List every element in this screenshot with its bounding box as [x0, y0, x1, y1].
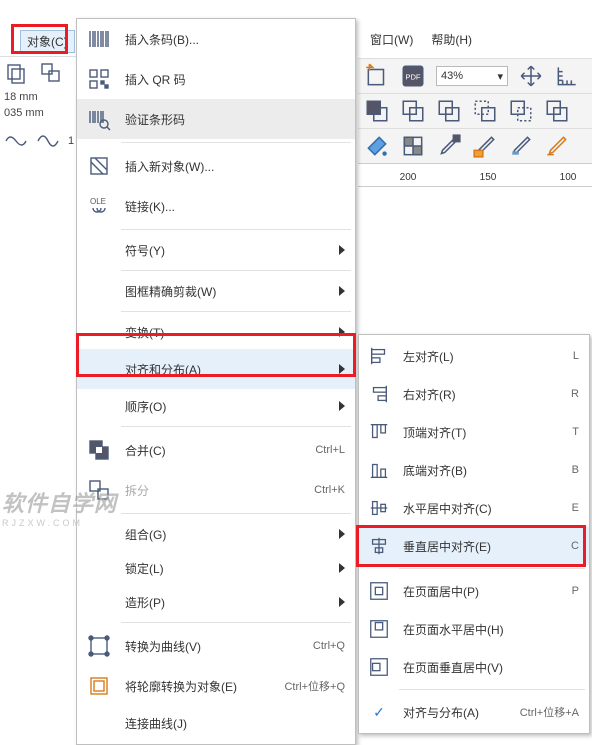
menu-shaping[interactable]: 造形(P): [77, 585, 355, 619]
sub-align-hcenter[interactable]: 水平居中对齐(C)E: [359, 489, 589, 527]
sub-align-vcenter[interactable]: 垂直居中对齐(E)C: [359, 527, 589, 565]
eyedropper2-icon[interactable]: [472, 133, 498, 159]
sine-icon[interactable]: [36, 129, 60, 153]
width-value: 18 mm: [0, 89, 76, 105]
menu-powerclip[interactable]: 图框精确剪裁(W): [77, 274, 355, 308]
submenu-arrow-icon: [339, 286, 345, 296]
sub-center-page-h[interactable]: 在页面水平居中(H): [359, 610, 589, 648]
sub-align-right[interactable]: 右对齐(R)R: [359, 375, 589, 413]
object-menu-dropdown: 插入条码(B)... 插入 QR 码 验证条形码 插入新对象(W)... OLE…: [76, 18, 356, 745]
to-curves-icon: [83, 630, 115, 662]
menu-help[interactable]: 帮助(H): [431, 31, 472, 48]
menu-combine[interactable]: 合并(C)Ctrl+L: [77, 430, 355, 470]
sub-align-top[interactable]: 顶端对齐(T)T: [359, 413, 589, 451]
menu-group[interactable]: 组合(G): [77, 517, 355, 551]
intersect-icon[interactable]: [400, 98, 426, 124]
menu-insert-qr[interactable]: 插入 QR 码: [77, 59, 355, 99]
svg-text:OLE: OLE: [90, 197, 106, 206]
menu-outline-to-object[interactable]: 将轮廓转换为对象(E)Ctrl+位移+Q: [77, 666, 355, 706]
horizontal-ruler: 200 150 100: [358, 163, 592, 187]
back-minus-icon[interactable]: [508, 98, 534, 124]
align-right-icon: [365, 380, 393, 408]
aux-value: 1: [64, 133, 74, 149]
check-icon: ✓: [365, 704, 393, 721]
menu-order[interactable]: 顺序(O): [77, 389, 355, 423]
center-page-icon: [365, 577, 393, 605]
align-vcenter-icon: [365, 532, 393, 560]
outline-to-object-icon: [83, 670, 115, 702]
duplicate-icon[interactable]: [39, 61, 63, 85]
sub-align-left[interactable]: 左对齐(L)L: [359, 337, 589, 375]
menu-links[interactable]: OLE 链接(K)...: [77, 186, 355, 226]
eyedropper4-icon[interactable]: [544, 133, 570, 159]
align-submenu: 左对齐(L)L 右对齐(R)R 顶端对齐(T)T 底端对齐(B)B 水平居中对齐…: [358, 334, 590, 734]
submenu-arrow-icon: [339, 245, 345, 255]
ole-icon: OLE: [83, 190, 115, 222]
new-object-icon: [83, 150, 115, 182]
align-left-icon: [365, 342, 393, 370]
center-page-h-icon: [365, 615, 393, 643]
align-top-icon: [365, 418, 393, 446]
submenu-arrow-icon: [339, 563, 345, 573]
combine-icon: [83, 434, 115, 466]
menu-object[interactable]: 对象(C): [20, 30, 75, 53]
menu-join-curves[interactable]: 连接曲线(J): [77, 706, 355, 740]
height-value: 035 mm: [0, 105, 76, 121]
wave-icon[interactable]: [4, 129, 28, 153]
export-icon[interactable]: [364, 63, 390, 89]
zoom-value: 43%: [441, 70, 463, 82]
menu-insert-new-object[interactable]: 插入新对象(W)...: [77, 146, 355, 186]
dropdown-icon: ▾: [497, 70, 503, 83]
menu-transform[interactable]: 变换(T): [77, 315, 355, 349]
trim-icon[interactable]: [364, 98, 390, 124]
menu-verify-barcode[interactable]: 验证条形码: [77, 99, 355, 139]
menu-lock[interactable]: 锁定(L): [77, 551, 355, 585]
submenu-arrow-icon: [339, 364, 345, 374]
zoom-combo[interactable]: 43% ▾: [436, 66, 508, 86]
align-bottom-icon: [365, 456, 393, 484]
sub-align-bottom[interactable]: 底端对齐(B)B: [359, 451, 589, 489]
copy-icon[interactable]: [4, 61, 28, 85]
barcode-icon: [83, 23, 115, 55]
sub-center-page[interactable]: 在页面居中(P)P: [359, 572, 589, 610]
sub-align-dialog[interactable]: ✓ 对齐与分布(A)Ctrl+位移+A: [359, 693, 589, 731]
transparency-icon[interactable]: [400, 133, 426, 159]
left-toolbar-fragment: 18 mm 035 mm 1: [0, 56, 76, 216]
front-minus-icon[interactable]: [472, 98, 498, 124]
submenu-arrow-icon: [339, 529, 345, 539]
center-page-v-icon: [365, 653, 393, 681]
menu-symbol[interactable]: 符号(Y): [77, 233, 355, 267]
menu-convert-to-curves[interactable]: 转换为曲线(V)Ctrl+Q: [77, 626, 355, 666]
menu-window[interactable]: 窗口(W): [370, 31, 413, 48]
sub-center-page-v[interactable]: 在页面垂直居中(V): [359, 648, 589, 686]
fill-icon[interactable]: [364, 133, 390, 159]
menu-insert-barcode[interactable]: 插入条码(B)...: [77, 19, 355, 59]
ruler-corner-icon[interactable]: [554, 63, 580, 89]
pan-icon[interactable]: [518, 63, 544, 89]
svg-text:PDF: PDF: [405, 72, 421, 81]
submenu-arrow-icon: [339, 597, 345, 607]
pdf-icon[interactable]: PDF: [400, 63, 426, 89]
menu-break-apart: 拆分Ctrl+K: [77, 470, 355, 510]
menu-align-distribute[interactable]: 对齐和分布(A): [77, 349, 355, 389]
simplify-icon[interactable]: [436, 98, 462, 124]
eyedropper1-icon[interactable]: [436, 133, 462, 159]
submenu-arrow-icon: [339, 327, 345, 337]
submenu-arrow-icon: [339, 401, 345, 411]
align-hcenter-icon: [365, 494, 393, 522]
break-icon: [83, 474, 115, 506]
boundary-icon[interactable]: [544, 98, 570, 124]
qr-icon: [83, 63, 115, 95]
verify-barcode-icon: [83, 103, 115, 135]
eyedropper3-icon[interactable]: [508, 133, 534, 159]
